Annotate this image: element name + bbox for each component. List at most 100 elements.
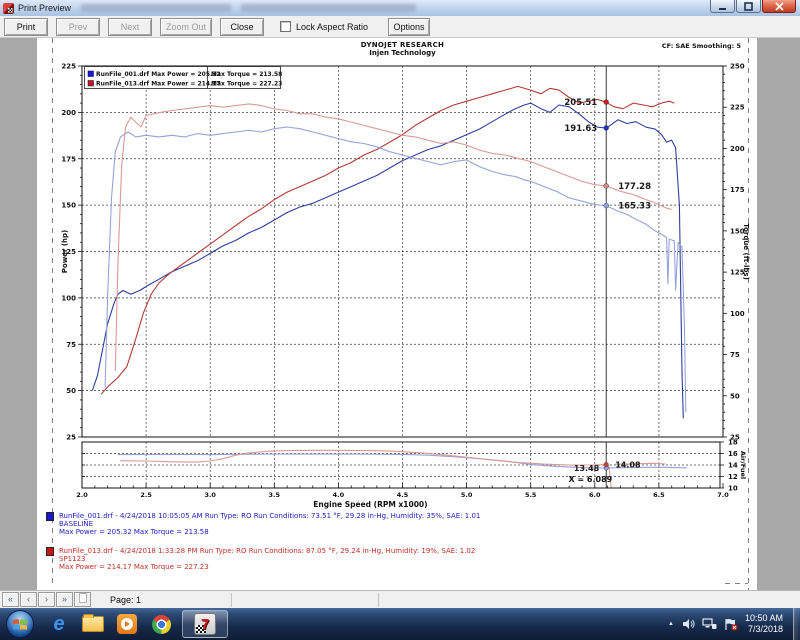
svg-text:175: 175 [61, 155, 76, 163]
run1-line1: RunFile_001.drf - 4/24/2018 10:05:05 AM … [59, 512, 480, 520]
svg-text:RunFile_001.drf Max Power = 20: RunFile_001.drf Max Power = 205.32 [96, 71, 221, 78]
last-page-button[interactable]: » [56, 592, 73, 607]
svg-text:Engine Speed (RPM x1000): Engine Speed (RPM x1000) [313, 500, 427, 509]
svg-text:Air/Fuel: Air/Fuel [739, 451, 747, 479]
clock[interactable]: 10:50 AM 7/3/2018 [745, 613, 783, 635]
svg-text:10: 10 [728, 485, 738, 493]
svg-text:200: 200 [61, 109, 76, 117]
svg-text:75: 75 [730, 351, 740, 359]
taskbar-item-media-player[interactable] [110, 610, 144, 638]
show-desktop-button[interactable] [793, 608, 800, 640]
volume-icon[interactable] [682, 618, 695, 630]
svg-text:150: 150 [61, 202, 76, 210]
window-title: Print Preview [18, 3, 71, 13]
close-preview-button[interactable]: Close [220, 18, 264, 36]
svg-text:3.0: 3.0 [204, 491, 216, 499]
svg-text:Max Torque = 213.58: Max Torque = 213.58 [211, 71, 282, 78]
svg-text:6.0: 6.0 [589, 491, 601, 499]
title-bar[interactable]: Print Preview [0, 0, 800, 16]
svg-text:18: 18 [728, 439, 738, 447]
run2-line2: SP1123 [59, 555, 475, 563]
svg-text:2.5: 2.5 [140, 491, 152, 499]
media-player-icon [117, 614, 137, 634]
grid [82, 66, 723, 488]
svg-text:Max Torque = 227.23: Max Torque = 227.23 [211, 81, 282, 88]
taskbar-item-file-explorer[interactable] [76, 610, 110, 638]
system-tray: ▲ 10:50 AM 7/3/2018 [668, 608, 800, 640]
start-button[interactable] [6, 610, 34, 638]
prev-button[interactable]: Prev [56, 18, 100, 36]
network-icon[interactable] [702, 618, 717, 630]
series [92, 86, 686, 418]
lock-aspect-ratio-checkbox[interactable] [280, 21, 291, 32]
taskbar-item-winpep-active[interactable]: 7 [182, 610, 228, 638]
page-indicator: Page: 1 [110, 595, 141, 605]
print-preview-area: DYNOJET RESEARCH Injen Technology CF: SA… [0, 38, 800, 590]
svg-text:16: 16 [728, 450, 738, 458]
svg-text:50: 50 [730, 392, 740, 400]
first-page-button[interactable]: « [2, 592, 19, 607]
minimize-icon [718, 2, 727, 11]
svg-text:25: 25 [66, 434, 76, 442]
clock-time: 10:50 AM [745, 613, 783, 624]
svg-text:225: 225 [730, 104, 745, 112]
taskbar-item-chrome[interactable] [144, 610, 178, 638]
next-button[interactable]: Next [108, 18, 152, 36]
svg-text:Power (hp): Power (hp) [61, 230, 69, 273]
maximize-icon [744, 2, 753, 11]
svg-text:177.28: 177.28 [618, 182, 651, 192]
series-runfile_001-torque-(ft-lbs) [105, 127, 686, 412]
report-page-button[interactable] [74, 592, 91, 607]
taskbar: e 7 ▲ 10:50 AM 7/3/2018 [0, 608, 800, 640]
next-page-button[interactable]: › [38, 592, 55, 607]
svg-text:13.48: 13.48 [574, 464, 600, 473]
run2-info: RunFile_013.drf - 4/24/2018 1:33:28 PM R… [59, 547, 475, 571]
taskbar-item-internet-explorer[interactable]: e [42, 610, 76, 638]
zoom-out-button[interactable]: Zoom Out [160, 18, 212, 36]
svg-text:100: 100 [61, 294, 76, 302]
series-runfile_013-torque-(ft-lbs) [115, 104, 671, 371]
folder-icon [82, 616, 104, 632]
svg-text:Torque (ft-lbs): Torque (ft-lbs) [742, 223, 750, 280]
statusbar-divider [378, 593, 379, 607]
svg-text:165.33: 165.33 [618, 202, 651, 212]
tray-expand-icon[interactable]: ▲ [668, 621, 674, 627]
run1-line2: BASELINE [59, 520, 480, 528]
prev-page-button[interactable]: ‹ [20, 592, 37, 607]
print-preview-window: Print Preview Print Prev Next Zoom Out C… [0, 0, 800, 640]
toolbar: Print Prev Next Zoom Out Close Lock Aspe… [0, 16, 800, 38]
svg-text:175: 175 [730, 186, 745, 194]
app-icon [3, 3, 14, 14]
svg-text:14: 14 [728, 462, 738, 470]
print-button[interactable]: Print [4, 18, 48, 36]
svg-text:191.63: 191.63 [564, 124, 597, 134]
svg-text:205.51: 205.51 [564, 98, 597, 108]
statusbar-divider [231, 593, 232, 607]
run1-line3: Max Power = 205.32 Max Torque = 213.58 [59, 528, 480, 536]
svg-text:2.0: 2.0 [76, 491, 88, 499]
svg-text:14.08: 14.08 [615, 461, 641, 470]
svg-text:100: 100 [730, 310, 745, 318]
status-bar: « ‹ › » Page: 1 [0, 590, 800, 608]
svg-text:3.5: 3.5 [269, 491, 281, 499]
svg-text:50: 50 [66, 387, 76, 395]
run2-swatch [46, 547, 54, 556]
svg-text:6.5: 6.5 [653, 491, 665, 499]
lock-aspect-ratio-label: Lock Aspect Ratio [296, 22, 368, 32]
cursor-markers: 205.51191.63177.28165.3313.4814.08X = 6.… [564, 98, 651, 484]
series-runfile_013-air/fuel [121, 450, 612, 491]
close-window-button[interactable] [762, 0, 796, 13]
options-button[interactable]: Options [388, 18, 430, 36]
dyno-chart: 2252001751501251007550252502252001751501… [37, 38, 757, 590]
svg-text:75: 75 [66, 341, 76, 349]
svg-text:5.5: 5.5 [525, 491, 537, 499]
winpep-icon: 7 [194, 613, 216, 635]
redacted-title-text [81, 4, 231, 12]
svg-text:12: 12 [728, 473, 738, 481]
action-center-flag-icon[interactable] [724, 618, 738, 631]
legend: RunFile_001.drf Max Power = 205.32Max To… [85, 67, 283, 89]
minimize-button[interactable] [710, 0, 735, 13]
run2-line3: Max Power = 214.17 Max Torque = 227.23 [59, 563, 475, 571]
maximize-button[interactable] [736, 0, 761, 13]
close-icon [775, 2, 784, 11]
